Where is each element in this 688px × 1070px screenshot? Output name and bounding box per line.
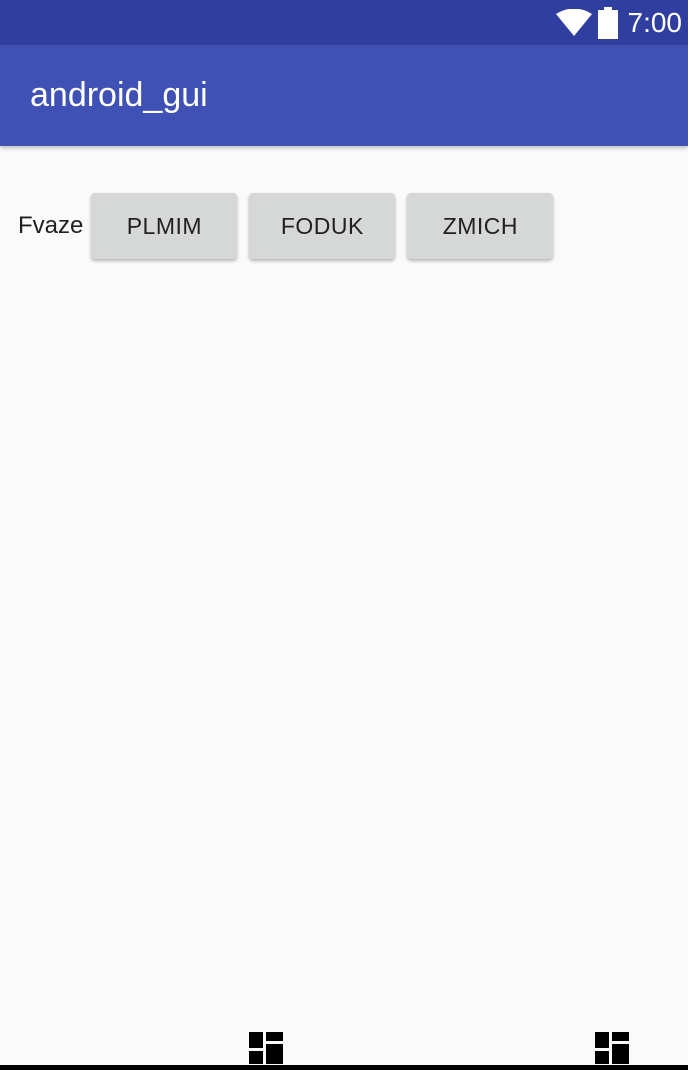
status-bar: 7:00	[0, 0, 688, 45]
status-icons: 7:00	[555, 0, 683, 45]
screen: 7:00 android_gui Fvaze PLMIM FODUK ZMICH	[0, 0, 688, 1070]
nav-bottom-line	[0, 1065, 688, 1070]
zmich-button[interactable]: ZMICH	[407, 193, 554, 259]
app-title: android_gui	[30, 76, 208, 114]
wifi-icon	[555, 8, 592, 36]
app-bar: android_gui	[0, 45, 688, 146]
foduk-button[interactable]: FODUK	[249, 193, 396, 259]
plmim-button[interactable]: PLMIM	[91, 193, 238, 259]
status-clock: 7:00	[627, 7, 683, 38]
button-row: Fvaze PLMIM FODUK ZMICH	[18, 193, 565, 259]
dashboard-icon[interactable]	[595, 1032, 629, 1064]
row-label: Fvaze	[18, 212, 84, 239]
battery-icon	[597, 6, 618, 39]
nav-bar	[0, 1022, 688, 1070]
dashboard-icon[interactable]	[249, 1032, 283, 1064]
